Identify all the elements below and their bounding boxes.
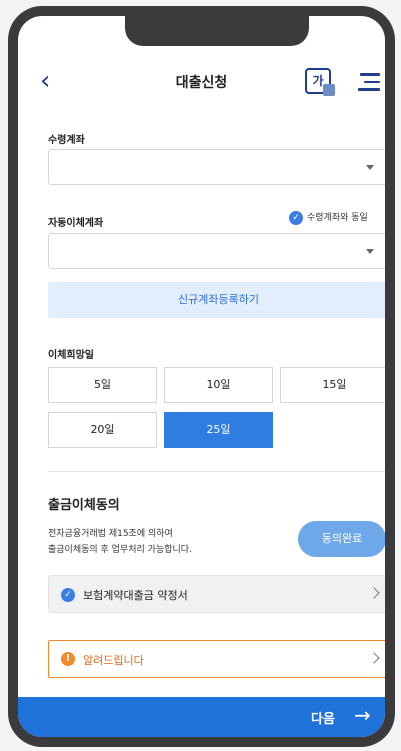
same-as-receiving-label: 수령계좌와 동일 — [307, 213, 368, 223]
chevron-right-icon — [368, 587, 380, 599]
notice-label: 알려드립니다 — [83, 654, 144, 667]
hamburger-menu-icon[interactable] — [358, 73, 380, 91]
font-size-label: 가 — [312, 74, 324, 88]
check-circle-icon: ✓ — [61, 588, 75, 602]
warning-icon: ! — [61, 652, 75, 666]
section-divider — [48, 471, 385, 472]
dropdown-caret-icon — [366, 249, 374, 254]
screen: ‹ 대출신청 가 수령계좌 자동이체계좌 ✓ 수령계좌와 동일 신규계좌등록하기 … — [18, 16, 385, 737]
receiving-account-select[interactable] — [48, 149, 385, 185]
auto-transfer-account-label: 자동이체계좌 — [48, 218, 104, 229]
description-line-2: 출금이체동의 후 업무처리 가능합니다. — [48, 545, 192, 555]
chevron-right-icon — [368, 652, 380, 664]
withdrawal-consent-title: 출금이체동의 — [48, 498, 120, 513]
day-option-20[interactable]: 20일 — [48, 412, 157, 448]
notice-row[interactable]: ! 알려드립니다 — [48, 640, 385, 678]
transfer-day-label: 이체희망일 — [48, 350, 94, 361]
receiving-account-label: 수령계좌 — [48, 135, 85, 146]
day-option-10[interactable]: 10일 — [164, 367, 273, 403]
check-circle-icon: ✓ — [289, 210, 303, 225]
next-button[interactable]: 다음 → — [18, 697, 385, 737]
app-header: ‹ 대출신청 가 — [18, 64, 385, 104]
loan-agreement-row[interactable]: ✓ 보험계약대출금 약정서 — [48, 575, 385, 613]
loan-agreement-label: 보험계약대출금 약정서 — [83, 589, 188, 602]
font-size-icon[interactable]: 가 — [305, 68, 335, 96]
font-size-badge — [323, 84, 335, 96]
dropdown-caret-icon — [366, 165, 374, 170]
day-option-5[interactable]: 5일 — [48, 367, 157, 403]
description-line-1: 전자금융거래법 제15조에 의하여 — [48, 529, 173, 539]
register-new-account-button[interactable]: 신규계좌등록하기 — [48, 282, 385, 318]
day-option-25-selected[interactable]: 25일 — [164, 412, 273, 448]
same-as-receiving-checkbox[interactable]: ✓ 수령계좌와 동일 — [289, 210, 368, 225]
phone-notch — [125, 16, 309, 46]
day-option-15[interactable]: 15일 — [280, 367, 385, 403]
withdrawal-consent-description: 전자금융거래법 제15조에 의하여 출금이체동의 후 업무처리 가능합니다. — [48, 526, 192, 558]
next-label: 다음 — [311, 712, 335, 727]
consent-done-button[interactable]: 동의완료 — [298, 521, 385, 557]
phone-frame: ‹ 대출신청 가 수령계좌 자동이체계좌 ✓ 수령계좌와 동일 신규계좌등록하기 … — [8, 6, 395, 747]
auto-transfer-account-select[interactable] — [48, 233, 385, 269]
arrow-right-icon: → — [354, 703, 371, 727]
